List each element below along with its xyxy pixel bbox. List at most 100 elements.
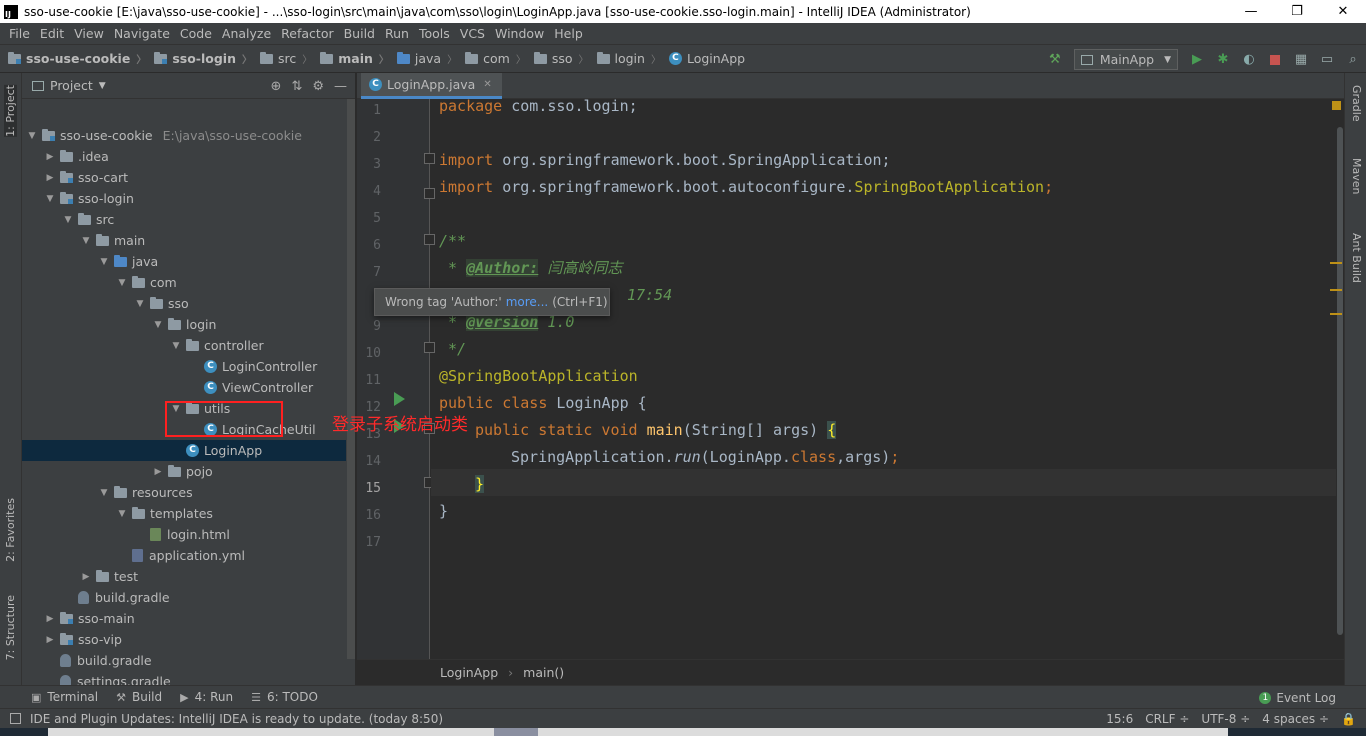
- tree-item[interactable]: ▶ sso-vip: [22, 629, 346, 650]
- expanded-arrow-icon[interactable]: ▼: [116, 278, 128, 288]
- search-everywhere-icon[interactable]: ⌕: [1342, 49, 1364, 71]
- menu-build[interactable]: Build: [339, 26, 380, 41]
- expanded-arrow-icon[interactable]: ▼: [62, 215, 74, 225]
- todo-tab[interactable]: ☰ 6: TODO: [242, 690, 327, 704]
- tab-loginapp-java[interactable]: C LoginApp.java ✕: [361, 73, 502, 99]
- line-separator[interactable]: CRLF ÷: [1145, 712, 1189, 726]
- tree-item[interactable]: build.gradle: [22, 587, 346, 608]
- collapsed-arrow-icon[interactable]: ▶: [44, 152, 56, 162]
- tree-item[interactable]: C ViewController: [22, 377, 346, 398]
- close-tab-icon[interactable]: ✕: [483, 79, 491, 90]
- tree-item[interactable]: ▼ java: [22, 251, 346, 272]
- terminal-tab[interactable]: ▣ Terminal: [22, 690, 107, 704]
- minimize-button[interactable]: —: [1228, 0, 1274, 23]
- run-gutter-icon[interactable]: [394, 392, 405, 406]
- file-encoding[interactable]: UTF-8 ÷: [1201, 712, 1250, 726]
- structure-tool-tab[interactable]: 7: Structure: [4, 595, 17, 660]
- tree-item[interactable]: ▼ login: [22, 314, 346, 335]
- tool-windows-icon[interactable]: [10, 713, 21, 724]
- tree-item[interactable]: ▼ sso-use-cookie E:\java\sso-use-cookie: [22, 125, 346, 146]
- expanded-arrow-icon[interactable]: ▼: [80, 236, 92, 246]
- project-tree-scrollbar[interactable]: [347, 99, 355, 659]
- menu-refactor[interactable]: Refactor: [276, 26, 338, 41]
- breadcrumb-main[interactable]: main 〉: [312, 51, 389, 66]
- lock-icon[interactable]: 🔒: [1341, 712, 1356, 726]
- menu-view[interactable]: View: [69, 26, 109, 41]
- tree-item[interactable]: ▶ pojo: [22, 461, 346, 482]
- chevron-down-icon[interactable]: ▼: [99, 81, 106, 91]
- tree-item[interactable]: ▼ main: [22, 230, 346, 251]
- tree-item[interactable]: ▼ com: [22, 272, 346, 293]
- warning-stripe-marker[interactable]: [1330, 289, 1342, 291]
- breadcrumb-project[interactable]: sso-use-cookie 〉: [0, 51, 146, 66]
- collapsed-arrow-icon[interactable]: ▶: [44, 635, 56, 645]
- collapse-all-icon[interactable]: ⇅: [291, 79, 302, 94]
- project-tool-tab[interactable]: 1: Project: [4, 85, 17, 137]
- hammer-icon[interactable]: ⚒: [1044, 49, 1066, 71]
- close-button[interactable]: ✕: [1320, 0, 1366, 23]
- menu-vcs[interactable]: VCS: [455, 26, 490, 41]
- breadcrumb-module[interactable]: sso-login 〉: [146, 51, 252, 66]
- tree-item[interactable]: ▼ controller: [22, 335, 346, 356]
- status-message[interactable]: IDE and Plugin Updates: IntelliJ IDEA is…: [30, 712, 443, 726]
- tree-item[interactable]: ▶ test: [22, 566, 346, 587]
- gear-icon[interactable]: ⚙: [312, 79, 324, 94]
- stop-icon[interactable]: [1264, 49, 1286, 71]
- menu-code[interactable]: Code: [175, 26, 217, 41]
- tree-item[interactable]: ▼ sso-login: [22, 188, 346, 209]
- warning-stripe-marker[interactable]: [1330, 313, 1342, 315]
- caret-position[interactable]: 15:6: [1106, 712, 1133, 726]
- collapsed-arrow-icon[interactable]: ▶: [152, 467, 164, 477]
- gradle-tool-tab[interactable]: Gradle: [1350, 85, 1363, 122]
- expanded-arrow-icon[interactable]: ▼: [44, 194, 56, 204]
- tree-item[interactable]: application.yml: [22, 545, 346, 566]
- expanded-arrow-icon[interactable]: ▼: [134, 299, 146, 309]
- tooltip-more-link[interactable]: more...: [506, 295, 549, 309]
- coverage-icon[interactable]: ◐: [1238, 49, 1260, 71]
- breadcrumb-login[interactable]: login 〉: [589, 51, 661, 66]
- menu-edit[interactable]: Edit: [35, 26, 69, 41]
- ant-build-tool-tab[interactable]: Ant Build: [1350, 233, 1363, 283]
- tree-item[interactable]: login.html: [22, 524, 346, 545]
- debug-icon[interactable]: ✱: [1212, 49, 1234, 71]
- editor-scrollbar[interactable]: [1336, 99, 1344, 659]
- expanded-arrow-icon[interactable]: ▼: [152, 320, 164, 330]
- expanded-arrow-icon[interactable]: ▼: [116, 509, 128, 519]
- warning-indicator-icon[interactable]: [1332, 101, 1341, 110]
- hide-icon[interactable]: —: [334, 79, 347, 94]
- build-tab[interactable]: ⚒ Build: [107, 690, 171, 704]
- expanded-arrow-icon[interactable]: ▼: [98, 257, 110, 267]
- menu-analyze[interactable]: Analyze: [217, 26, 276, 41]
- expanded-arrow-icon[interactable]: ▼: [98, 488, 110, 498]
- run-configuration-select[interactable]: MainApp ▼: [1073, 49, 1178, 70]
- breadcrumb-java[interactable]: java 〉: [389, 51, 457, 66]
- tree-item[interactable]: ▶ sso-cart: [22, 167, 346, 188]
- favorites-tool-tab[interactable]: 2: Favorites: [4, 498, 17, 562]
- project-structure-icon[interactable]: ▦: [1290, 49, 1312, 71]
- maximize-button[interactable]: ❐: [1274, 0, 1320, 23]
- breadcrumb-loginapp[interactable]: C LoginApp: [661, 51, 745, 66]
- expanded-arrow-icon[interactable]: ▼: [26, 131, 38, 141]
- tree-item[interactable]: ▼ resources: [22, 482, 346, 503]
- menu-run[interactable]: Run: [380, 26, 414, 41]
- project-view-select[interactable]: Project: [50, 78, 93, 93]
- tree-item[interactable]: C LoginApp: [22, 440, 346, 461]
- event-log-tab[interactable]: 1 Event Log: [1259, 686, 1336, 709]
- indent-setting[interactable]: 4 spaces ÷: [1262, 712, 1329, 726]
- tree-item[interactable]: ▼ sso: [22, 293, 346, 314]
- scrollbar-thumb[interactable]: [1337, 127, 1343, 635]
- editor-gutter[interactable]: 1 2 3 4 5 6 7 8 9 10 11 12 13 14 15 16 1…: [357, 99, 435, 659]
- maven-tool-tab[interactable]: Maven: [1350, 158, 1363, 194]
- breadcrumb-method[interactable]: main(): [523, 665, 564, 680]
- menu-file[interactable]: File: [4, 26, 35, 41]
- warning-stripe-marker[interactable]: [1330, 262, 1342, 264]
- menu-help[interactable]: Help: [549, 26, 588, 41]
- breadcrumb-sso[interactable]: sso 〉: [526, 51, 589, 66]
- expanded-arrow-icon[interactable]: ▼: [170, 341, 182, 351]
- breadcrumb-src[interactable]: src 〉: [252, 51, 312, 66]
- collapsed-arrow-icon[interactable]: ▶: [80, 572, 92, 582]
- menu-window[interactable]: Window: [490, 26, 549, 41]
- collapsed-arrow-icon[interactable]: ▶: [44, 614, 56, 624]
- run-icon[interactable]: ▶: [1186, 49, 1208, 71]
- breadcrumb-class[interactable]: LoginApp: [440, 665, 498, 680]
